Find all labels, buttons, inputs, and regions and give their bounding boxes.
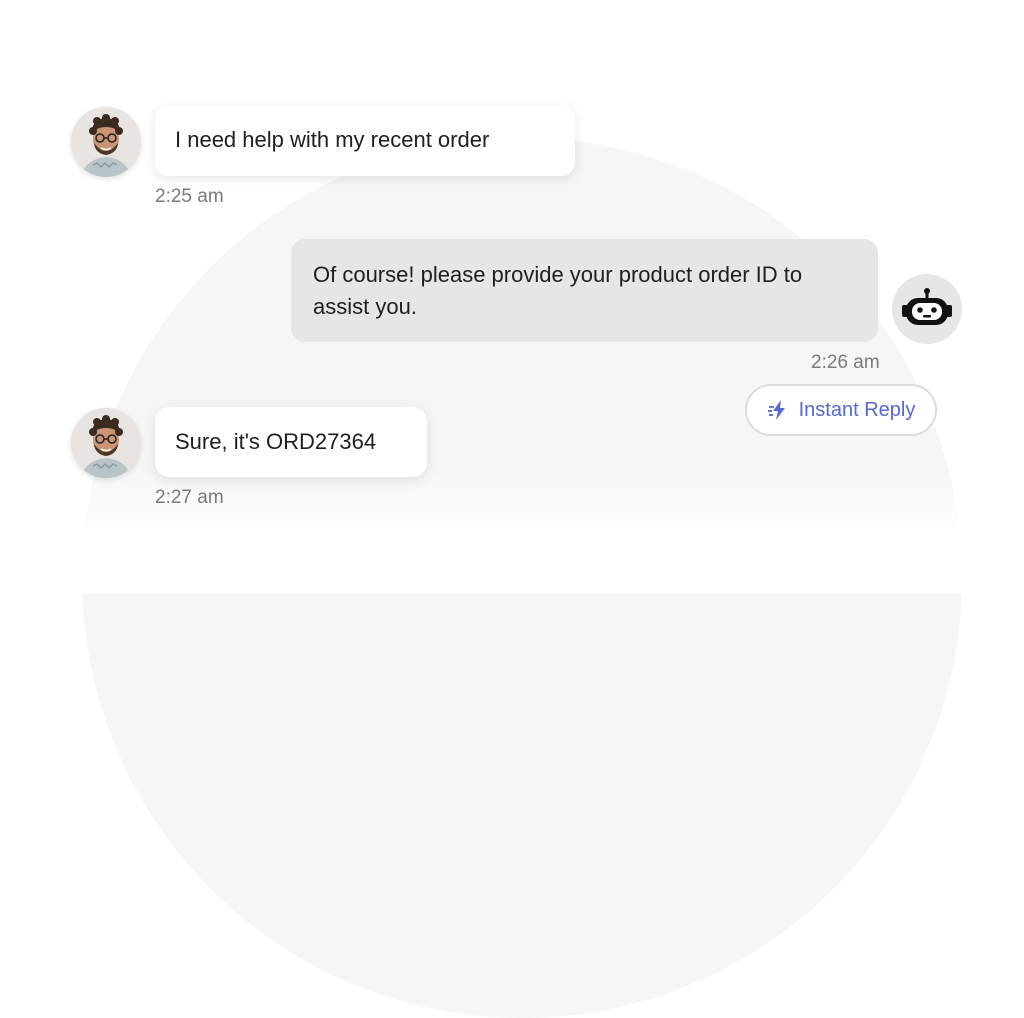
message-timestamp: 2:25 am bbox=[155, 186, 224, 207]
user-avatar-icon bbox=[71, 408, 141, 478]
instant-reply-label: Instant Reply bbox=[798, 398, 916, 421]
lightning-bolt-icon bbox=[767, 400, 785, 420]
instant-reply-button[interactable]: Instant Reply bbox=[745, 384, 937, 436]
user-avatar bbox=[71, 107, 141, 177]
bot-avatar bbox=[892, 274, 962, 344]
message-timestamp: 2:26 am bbox=[811, 352, 880, 373]
message-bubble-user: I need help with my recent order bbox=[155, 105, 575, 176]
background-fade bbox=[0, 470, 1024, 594]
message-bubble-user: Sure, it's ORD27364 bbox=[155, 407, 427, 477]
message-text: Sure, it's ORD27364 bbox=[175, 429, 377, 454]
message-timestamp: 2:27 am bbox=[155, 487, 224, 508]
user-avatar-icon bbox=[71, 107, 141, 177]
robot-icon bbox=[902, 288, 952, 325]
message-text: I need help with my recent order bbox=[175, 127, 490, 152]
message-bubble-bot: Of course! please provide your product o… bbox=[291, 239, 878, 342]
user-avatar bbox=[71, 408, 141, 478]
message-text: Of course! please provide your product o… bbox=[313, 262, 803, 319]
